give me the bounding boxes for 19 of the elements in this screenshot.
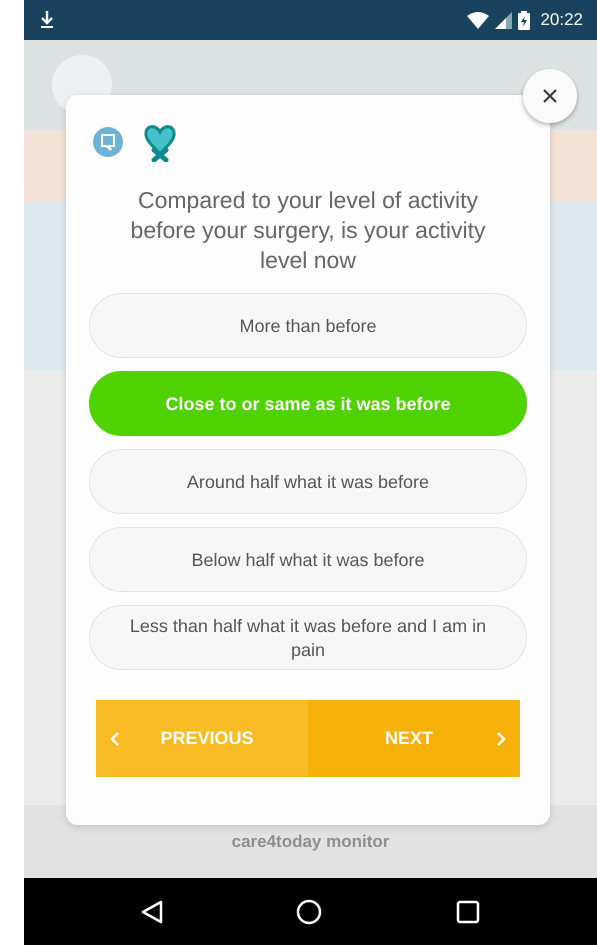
signal-icon bbox=[495, 12, 512, 28]
back-icon[interactable] bbox=[140, 900, 163, 924]
battery-icon bbox=[518, 10, 530, 30]
question-text: Compared to your level of activity before your surgery, is your activity level now bbox=[130, 186, 486, 275]
app-title: care4today monitor bbox=[232, 832, 390, 852]
heart-ribbon-icon bbox=[143, 122, 177, 162]
home-icon[interactable] bbox=[296, 898, 322, 924]
chevron-left-icon bbox=[110, 730, 120, 746]
wifi-icon bbox=[467, 12, 490, 28]
download-icon bbox=[40, 11, 54, 29]
answer-option[interactable]: Below half what it was before bbox=[89, 527, 527, 592]
answer-option[interactable]: More than before bbox=[89, 293, 527, 358]
chat-logo-icon bbox=[93, 127, 123, 157]
recents-icon[interactable] bbox=[456, 900, 480, 924]
answer-option[interactable]: Around half what it was before bbox=[89, 449, 527, 514]
answer-option[interactable]: Less than half what it was before and I am in pain bbox=[89, 605, 527, 670]
chevron-right-icon bbox=[496, 730, 506, 746]
clock: 20:22 bbox=[540, 10, 583, 30]
close-icon bbox=[543, 89, 557, 103]
